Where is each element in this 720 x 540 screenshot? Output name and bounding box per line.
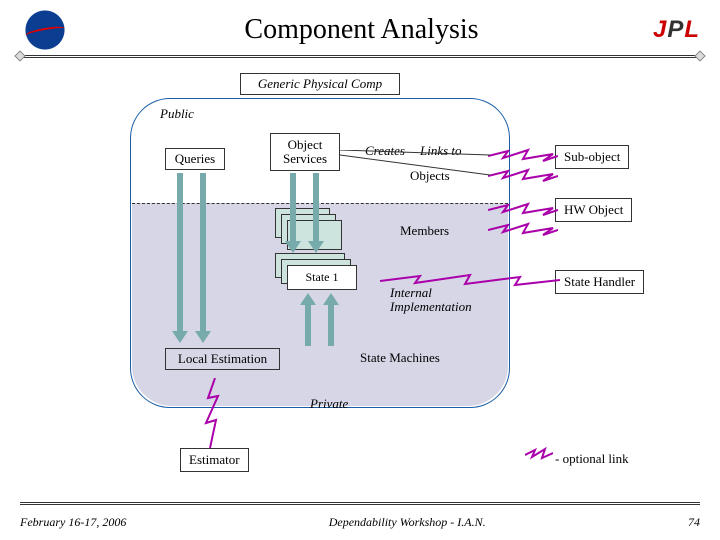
object-services-box: Object Services <box>270 133 340 171</box>
footer-date: February 16-17, 2006 <box>20 515 126 530</box>
nasa-logo <box>20 10 70 50</box>
estimator-box: Estimator <box>180 448 249 472</box>
bolt-icon <box>525 446 553 464</box>
hw-object-box: HW Object <box>555 198 632 222</box>
page-title: Component Analysis <box>70 14 653 46</box>
footer-page: 74 <box>688 515 700 530</box>
local-estimation-box: Local Estimation <box>165 348 280 370</box>
footer-center: Dependability Workshop - I.A.N. <box>329 515 486 530</box>
arrow-icon <box>308 173 324 253</box>
bolt-icon <box>200 378 230 448</box>
hw-object-label: HW Object <box>564 202 623 217</box>
connector-line <box>340 150 500 180</box>
state-handler-label: State Handler <box>564 274 635 289</box>
state-machines-label: State Machines <box>360 350 440 366</box>
diagram: Generic Physical Comp Public Queries Obj… <box>0 58 720 478</box>
footer: February 16-17, 2006 Dependability Works… <box>20 515 700 530</box>
queries-box: Queries <box>165 148 225 170</box>
state-handler-box: State Handler <box>555 270 644 294</box>
footer-rule <box>20 502 700 505</box>
arrow-icon <box>285 173 301 253</box>
object-services-label: Object Services <box>277 138 333 167</box>
container-title-box: Generic Physical Comp <box>240 73 400 95</box>
sub-object-box: Sub-object <box>555 145 629 169</box>
members-label: Members <box>400 223 449 239</box>
bolt-icon <box>488 220 558 240</box>
estimator-label: Estimator <box>189 452 240 467</box>
arrow-icon <box>300 293 316 348</box>
state1-label: State 1 <box>306 270 339 285</box>
arrow-icon <box>323 293 339 348</box>
sub-object-label: Sub-object <box>564 149 620 164</box>
jpl-logo: JPL <box>653 16 700 44</box>
optional-link-label: - optional link <box>555 451 629 467</box>
public-label: Public <box>160 106 194 122</box>
internal-impl-label: Internal Implementation <box>390 286 472 315</box>
container-title: Generic Physical Comp <box>258 76 382 92</box>
local-estimation-label: Local Estimation <box>178 351 267 367</box>
private-label: Private <box>310 396 348 412</box>
queries-label: Queries <box>175 151 215 167</box>
arrow-icon <box>195 173 211 343</box>
bolt-icon <box>380 273 560 288</box>
bolt-icon <box>488 200 558 220</box>
arrow-icon <box>172 173 188 343</box>
